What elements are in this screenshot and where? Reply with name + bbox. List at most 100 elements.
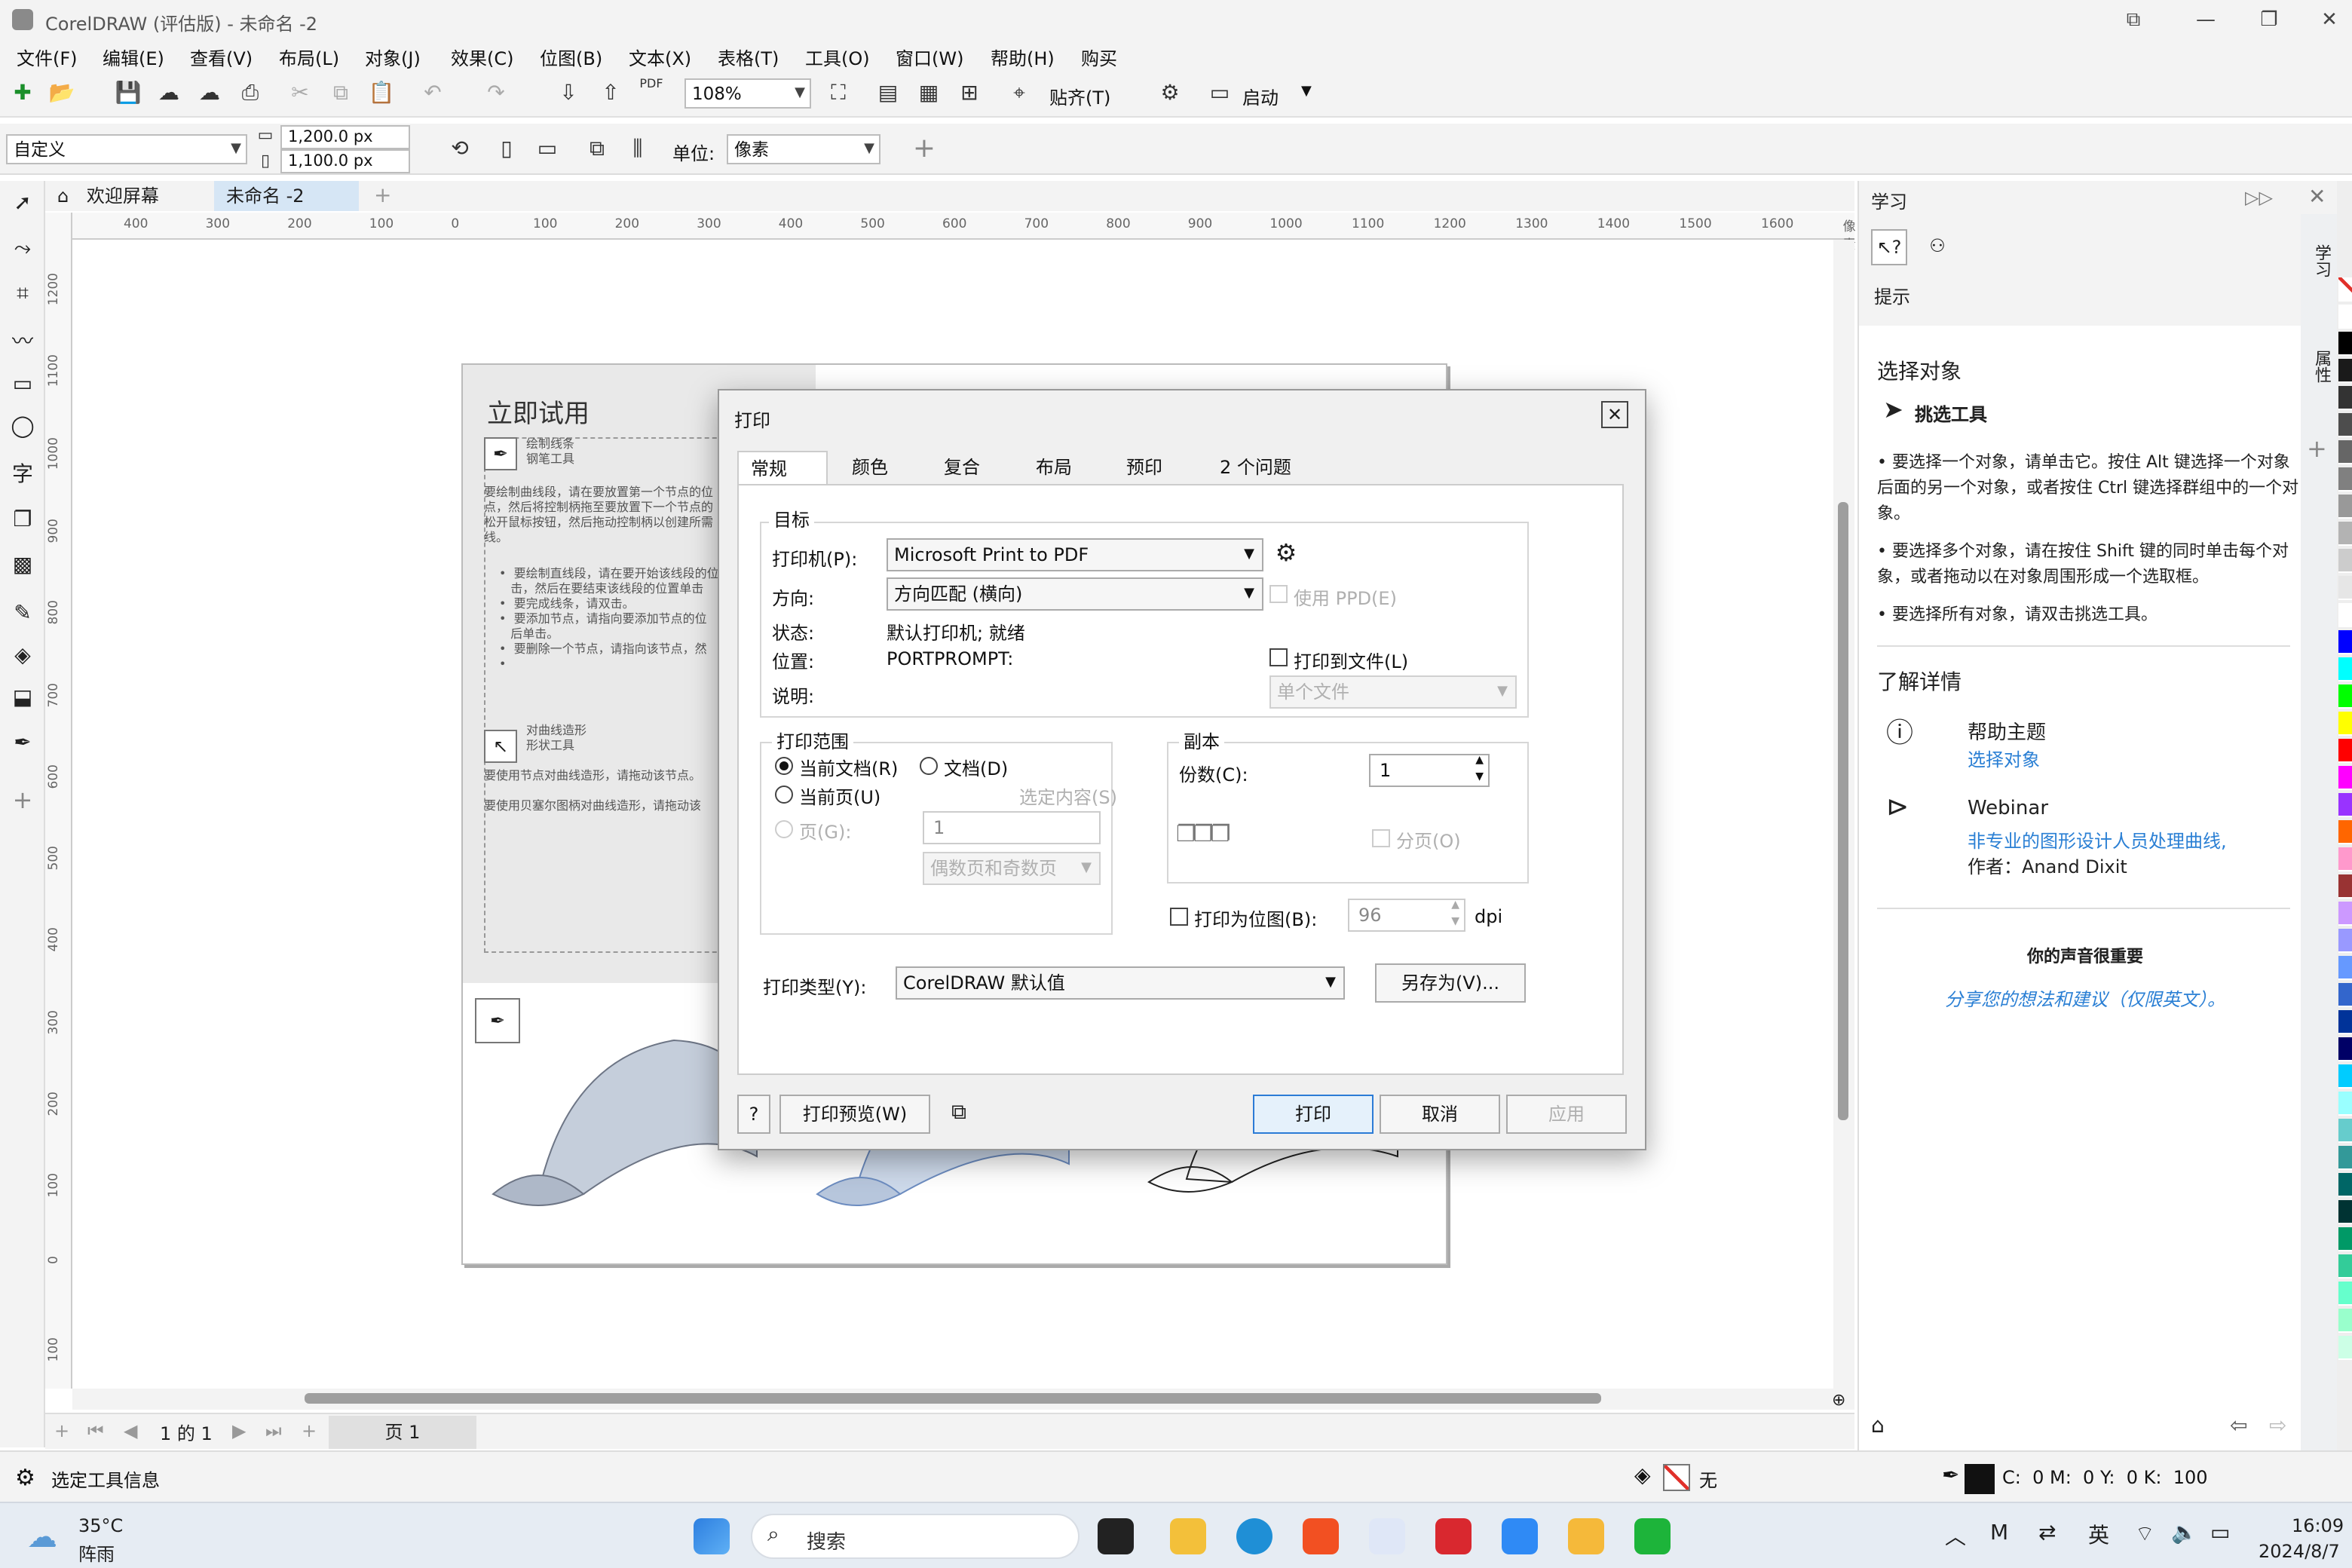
palette-swatch[interactable]	[2338, 332, 2352, 356]
crop-tool-icon[interactable]: ⌗	[6, 277, 39, 311]
people-icon[interactable]: ⚇	[1919, 229, 1955, 265]
orientation-combo[interactable]: 方向匹配 (横向) ▼	[887, 577, 1263, 611]
palette-swatch[interactable]	[2338, 820, 2352, 844]
all-pages-icon[interactable]: ⧉	[580, 133, 614, 166]
print-style-combo[interactable]: CorelDRAW 默认值 ▼	[896, 966, 1345, 1000]
vertical-scrollbar[interactable]	[1833, 240, 1854, 1389]
options-gear-icon[interactable]: ⚙	[1153, 77, 1187, 110]
add-page-after-icon[interactable]: +	[302, 1420, 317, 1441]
app-m-icon[interactable]	[1369, 1518, 1405, 1554]
show-hidden-icons[interactable]: ︿	[1945, 1521, 1966, 1551]
home-icon[interactable]: ⌂	[1871, 1414, 1885, 1438]
eyedropper-tool-icon[interactable]: ✎	[6, 597, 39, 630]
menu-view[interactable]: 查看(V)	[190, 45, 253, 71]
palette-swatch[interactable]	[2338, 712, 2352, 736]
interactive-fill-tool-icon[interactable]: ◈	[6, 639, 39, 672]
vertical-ruler[interactable]: 1200 1100 1000 900 800 700 600 500 400 300 200 100 0…	[45, 213, 81, 1432]
tray-settings-icon[interactable]: ⇄	[2038, 1521, 2056, 1545]
palette-swatch[interactable]	[2338, 1119, 2352, 1143]
file-explorer-icon[interactable]	[1170, 1518, 1206, 1554]
next-page-icon[interactable]: ▶	[232, 1420, 246, 1441]
huawei-app-icon[interactable]	[1435, 1518, 1472, 1554]
dock-tab-properties[interactable]: 属性	[2307, 329, 2332, 404]
pick-tool-icon[interactable]: ➚	[6, 187, 39, 220]
start-menu-icon[interactable]	[694, 1518, 730, 1554]
undo-icon[interactable]: ↶	[416, 77, 449, 110]
print-preview-button[interactable]: 打印预览(W)	[779, 1095, 930, 1134]
save-icon[interactable]: 💾	[112, 77, 145, 110]
palette-swatch[interactable]	[2338, 1037, 2352, 1061]
add-icon[interactable]: +	[908, 133, 941, 166]
palette-swatch[interactable]	[2338, 522, 2352, 546]
menu-file[interactable]: 文件(F)	[17, 45, 78, 71]
feedback-link[interactable]: 分享您的想法和建议（仅限英文）。	[1859, 986, 2311, 1012]
dialog-close-button[interactable]: ✕	[1601, 401, 1628, 428]
freehand-tool-icon[interactable]: 〰	[6, 326, 39, 359]
previous-page-icon[interactable]: ◀	[124, 1420, 137, 1441]
menu-text[interactable]: 文本(X)	[629, 45, 691, 71]
odd-even-combo[interactable]: 偶数页和奇数页 ▼	[923, 852, 1101, 885]
palette-swatch[interactable]	[2338, 874, 2352, 899]
menu-bitmaps[interactable]: 位图(B)	[540, 45, 602, 71]
palette-swatch[interactable]	[2338, 440, 2352, 464]
copy-icon[interactable]: ⧉	[324, 77, 357, 110]
first-page-icon[interactable]: ⏮	[87, 1420, 104, 1443]
printer-combo[interactable]: Microsoft Print to PDF ▼	[887, 538, 1263, 571]
microsoft-store-icon[interactable]	[1303, 1518, 1339, 1554]
palette-swatch[interactable]	[2338, 603, 2352, 627]
palette-swatch[interactable]	[2338, 576, 2352, 600]
clock-date[interactable]: 2024/8/7	[2259, 1541, 2340, 1562]
launch-icon[interactable]: ▭	[1203, 77, 1236, 110]
printer-properties-gear-icon[interactable]: ⚙	[1268, 537, 1304, 573]
landscape-icon[interactable]: ▭	[531, 133, 564, 166]
settings-gear-icon[interactable]: ⚙	[15, 1464, 35, 1491]
add-docker-icon[interactable]: +	[2307, 434, 2327, 463]
dock-tab-learn[interactable]: 学习	[2307, 223, 2332, 299]
export-icon[interactable]: ⇧	[594, 77, 627, 110]
copies-spinner[interactable]: 1 ▲ ▼	[1369, 754, 1490, 787]
collate-checkbox[interactable]	[1372, 829, 1390, 847]
maximize-button[interactable]: ❐	[2246, 6, 2292, 36]
palette-swatch[interactable]	[2338, 1227, 2352, 1251]
pages-field[interactable]: 1	[923, 811, 1101, 844]
cut-icon[interactable]: ✂	[283, 77, 317, 110]
palette-swatch[interactable]	[2338, 467, 2352, 492]
dpi-spinner[interactable]: 96 ▲ ▼	[1348, 899, 1465, 932]
hints-tool-icon[interactable]: ↖?	[1871, 229, 1907, 265]
palette-swatch[interactable]	[2338, 1010, 2352, 1034]
tab-document[interactable]: 未命名 -2	[214, 181, 359, 211]
horizontal-scrollbar[interactable]	[72, 1389, 1854, 1410]
volume-icon[interactable]: 🔈	[2171, 1521, 2197, 1545]
edge-browser-icon[interactable]	[1236, 1518, 1272, 1554]
snap-icon[interactable]: ⌖	[1003, 77, 1036, 110]
artistic-media-tool-icon[interactable]: ✒	[6, 727, 39, 760]
last-page-icon[interactable]: ⏭	[265, 1420, 282, 1443]
page-tab[interactable]: 页 1	[329, 1416, 476, 1449]
clock-time[interactable]: 16:09	[2292, 1515, 2344, 1536]
menu-layout[interactable]: 布局(L)	[279, 45, 339, 71]
popout-preview-icon[interactable]: ⧉	[942, 1098, 975, 1131]
palette-swatch[interactable]	[2338, 739, 2352, 763]
portrait-icon[interactable]: ▯	[490, 133, 523, 166]
menu-tools[interactable]: 工具(O)	[805, 45, 870, 71]
transparency-tool-icon[interactable]: ▩	[6, 549, 39, 582]
cloud-app-icon[interactable]	[1502, 1518, 1538, 1554]
rulers-icon[interactable]: ▤	[871, 77, 905, 110]
palette-swatch[interactable]	[2338, 847, 2352, 871]
smart-fill-tool-icon[interactable]: ⬓	[6, 681, 39, 715]
full-screen-icon[interactable]: ⛶	[822, 77, 855, 110]
menu-effects[interactable]: 效果(C)	[451, 45, 514, 71]
tab-composite[interactable]: 复合	[932, 451, 992, 484]
save-as-button[interactable]: 另存为(V)...	[1375, 963, 1526, 1003]
no-fill-swatch[interactable]	[1663, 1464, 1690, 1491]
palette-swatch[interactable]	[2338, 983, 2352, 1007]
tab-layout[interactable]: 布局	[1024, 451, 1084, 484]
current-document-radio[interactable]	[775, 757, 793, 775]
palette-swatch[interactable]	[2338, 1146, 2352, 1170]
palette-swatch[interactable]	[2338, 1336, 2352, 1360]
tab-issues[interactable]: 2 个问题	[1208, 451, 1303, 484]
menu-table[interactable]: 表格(T)	[718, 45, 779, 71]
palette-swatch[interactable]	[2338, 1092, 2352, 1116]
tab-prepress[interactable]: 预印	[1114, 451, 1174, 484]
tab-welcome[interactable]: ⌂ 欢迎屏幕	[45, 181, 211, 211]
